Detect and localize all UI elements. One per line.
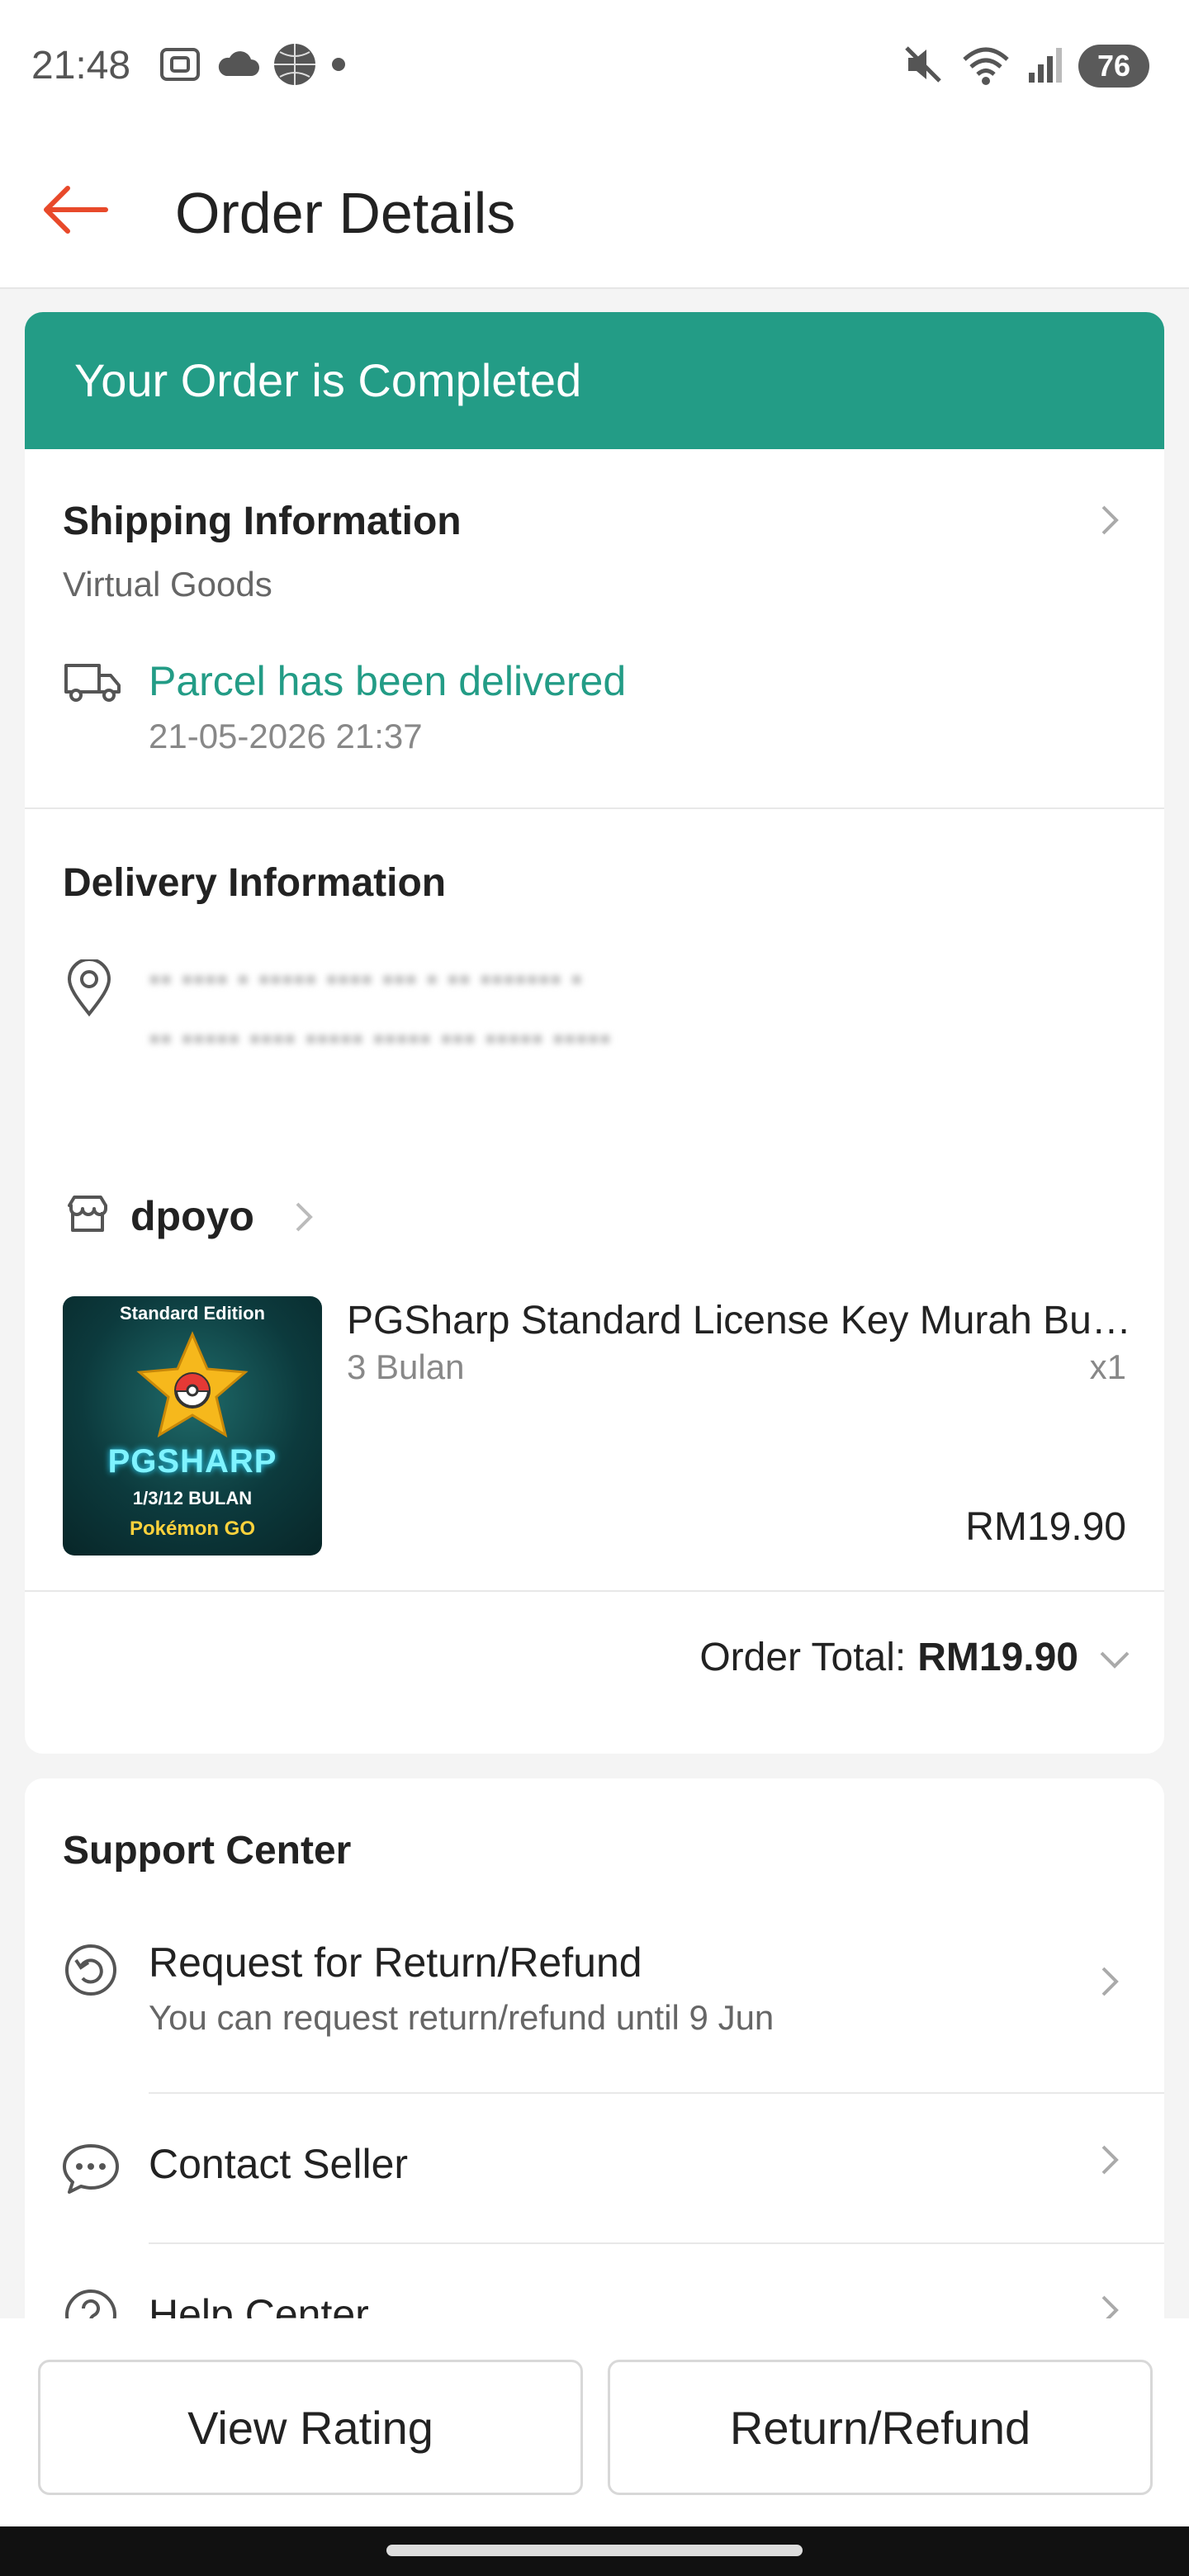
order-total-row[interactable]: Order Total: RM19.90	[25, 1602, 1164, 1717]
support-center-title: Support Center	[63, 1829, 352, 1873]
support-item-sublabel: You can request return/refund until 9 Ju…	[149, 1998, 775, 2037]
product-quantity: x1	[1089, 1347, 1126, 1386]
shipping-info-title: Shipping Information	[63, 500, 462, 543]
return-refund-button[interactable]: Return/Refund	[608, 2360, 1153, 2495]
wifi-icon	[959, 43, 1012, 90]
screenshot-icon	[157, 45, 203, 88]
truck-icon	[63, 659, 122, 709]
order-total-amount: RM19.90	[917, 1636, 1078, 1679]
shop-header[interactable]: dpoyo	[25, 1172, 438, 1255]
shop-icon	[66, 1194, 109, 1238]
delivery-timestamp: 21-05-2026 21:37	[149, 717, 423, 755]
status-right-icons: 76	[902, 43, 1149, 89]
battery-indicator: 76	[1078, 45, 1149, 88]
address-line-2: ▪▪ ▪▪▪▪▪ ▪▪▪▪ ▪▪▪▪▪ ▪▪▪▪▪ ▪▪▪ ▪▪▪▪▪ ▪▪▪▪…	[149, 1020, 611, 1057]
divider	[25, 807, 1164, 809]
address-line-1: ▪▪ ▪▪▪▪ ▪ ▪▪▪▪▪ ▪▪▪▪ ▪▪▪ ▪ ▪▪ ▪▪▪▪▪▪▪ ▪	[149, 961, 583, 997]
product-thumbnail[interactable]: Standard Edition PGSHARP 1/3/12 BULAN Po…	[63, 1296, 322, 1556]
vpn-globe-icon	[272, 42, 317, 91]
chevron-right-icon	[1093, 504, 1126, 537]
delivery-status: Parcel has been delivered	[149, 658, 627, 704]
signal-icon	[1027, 45, 1063, 88]
support-item-contact-seller[interactable]: Contact Seller	[25, 2094, 1164, 2242]
page-title: Order Details	[175, 181, 516, 245]
status-left-icons	[157, 43, 348, 89]
support-item-return-refund[interactable]: Request for Return/Refund You can reques…	[25, 1911, 1164, 2092]
back-button[interactable]	[36, 173, 112, 249]
shop-name: dpoyo	[130, 1193, 254, 1239]
support-item-label: Contact Seller	[149, 2141, 409, 2187]
order-total: Order Total: RM19.90	[699, 1635, 1078, 1680]
bottom-action-bar: View Rating Return/Refund	[0, 2318, 1189, 2526]
status-time: 21:48	[31, 44, 131, 88]
chevron-right-icon	[287, 1200, 320, 1234]
order-total-label: Order Total:	[699, 1636, 907, 1679]
return-icon	[61, 1940, 121, 2000]
view-rating-button[interactable]: View Rating	[38, 2360, 583, 2495]
app-header: Order Details	[0, 132, 1189, 289]
home-gesture-handle[interactable]	[386, 2545, 803, 2556]
cloud-icon	[215, 48, 261, 85]
star-icon	[134, 1331, 251, 1447]
back-arrow-icon	[40, 185, 109, 239]
shipping-info-subtitle: Virtual Goods	[63, 565, 272, 604]
shop-card: dpoyo Standard Edition PGSHARP 1/3/12 BU…	[25, 1139, 1164, 1754]
thumb-game-text: Pokémon GO	[129, 1518, 256, 1540]
chat-icon	[61, 2138, 121, 2198]
mute-icon	[902, 43, 945, 90]
thumb-edition-label: Standard Edition	[120, 1303, 265, 1324]
order-status-text: Your Order is Completed	[74, 354, 582, 406]
thumb-duration-text: 1/3/12 BULAN	[132, 1488, 253, 1508]
product-name[interactable]: PGSharp Standard License Key Murah Bulan	[347, 1298, 1131, 1343]
shipping-info-row[interactable]: Shipping Information Virtual Goods Parce…	[25, 449, 1164, 807]
support-item-label: Request for Return/Refund	[149, 1939, 642, 1986]
chevron-right-icon	[1093, 2143, 1126, 2176]
chevron-right-icon	[1093, 1965, 1126, 1998]
thumb-logo-text: PGSHARP	[107, 1443, 277, 1480]
status-bar: 21:48 76	[0, 0, 1189, 132]
dot-icon	[329, 54, 348, 78]
product-variant: 3 Bulan	[347, 1347, 465, 1386]
product-price: RM19.90	[965, 1505, 1126, 1549]
delivery-info-title: Delivery Information	[63, 861, 447, 905]
location-pin-icon	[66, 958, 112, 1021]
order-status-banner: Your Order is Completed	[25, 312, 1164, 449]
system-nav-bar	[0, 2526, 1189, 2576]
chevron-down-icon	[1098, 1643, 1131, 1676]
divider	[25, 1590, 1164, 1592]
